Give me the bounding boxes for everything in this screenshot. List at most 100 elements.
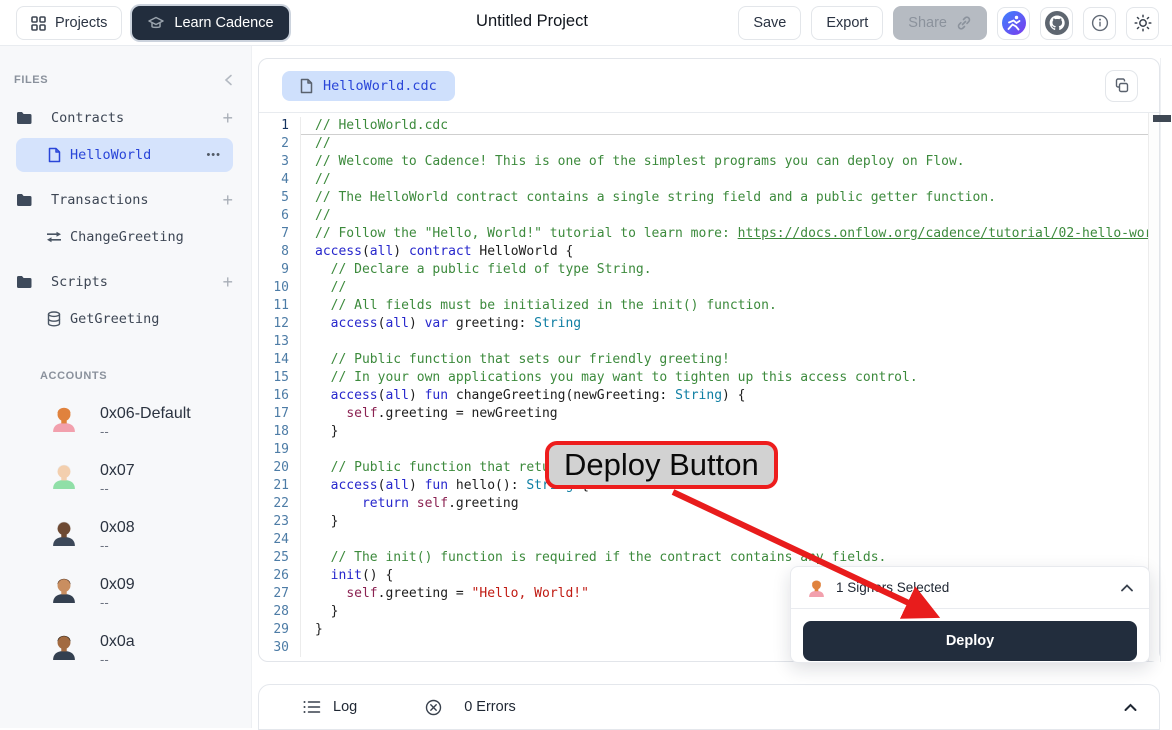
file-item-label: GetGreeting — [70, 311, 233, 327]
code-line-12[interactable]: 12 access(all) var greeting: String — [259, 315, 1148, 333]
share-button-label: Share — [908, 15, 947, 31]
file-menu-button[interactable]: ••• — [206, 149, 233, 161]
flow-community-button[interactable] — [997, 7, 1030, 40]
avatar — [50, 632, 78, 660]
code-line-23[interactable]: 23 } — [259, 513, 1148, 531]
account-row-0x09[interactable]: 0x09-- — [0, 575, 251, 611]
account-row-0x06-default[interactable]: 0x06-Default-- — [0, 404, 251, 440]
code-line-11[interactable]: 11 // All fields must be initialized in … — [259, 297, 1148, 315]
line-content: } — [301, 513, 1148, 531]
code-line-16[interactable]: 16 access(all) fun changeGreeting(newGre… — [259, 387, 1148, 405]
file-item-getgreeting[interactable]: GetGreeting — [16, 302, 233, 336]
window-scrollbar[interactable] — [1160, 58, 1172, 662]
code-line-7[interactable]: 7// Follow the "Hello, World!" tutorial … — [259, 225, 1148, 243]
scrollbar-thumb[interactable] — [1153, 115, 1171, 122]
line-content: // The init() function is required if th… — [301, 549, 1148, 567]
code-line-18[interactable]: 18 } — [259, 423, 1148, 441]
line-number: 21 — [259, 477, 301, 495]
line-number: 11 — [259, 297, 301, 315]
line-content: } — [301, 423, 1148, 441]
line-number: 6 — [259, 207, 301, 225]
code-line-14[interactable]: 14 // Public function that sets our frie… — [259, 351, 1148, 369]
line-number: 10 — [259, 279, 301, 297]
line-content: access(all) var greeting: String — [301, 315, 1148, 333]
account-address: 0x08 — [100, 518, 135, 537]
code-line-5[interactable]: 5// The HelloWorld contract contains a s… — [259, 189, 1148, 207]
code-line-24[interactable]: 24 — [259, 531, 1148, 549]
line-number: 20 — [259, 459, 301, 477]
line-content: access(all) fun changeGreeting(newGreeti… — [301, 387, 1148, 405]
code-line-6[interactable]: 6// — [259, 207, 1148, 225]
folder-row-contracts[interactable]: Contracts+ — [16, 106, 233, 130]
code-line-25[interactable]: 25 // The init() function is required if… — [259, 549, 1148, 567]
info-icon — [1091, 14, 1109, 32]
code-line-17[interactable]: 17 self.greeting = newGreeting — [259, 405, 1148, 423]
line-number: 3 — [259, 153, 301, 171]
export-button-label: Export — [826, 15, 868, 31]
line-content: // — [301, 207, 1148, 225]
line-number: 8 — [259, 243, 301, 261]
code-line-4[interactable]: 4// — [259, 171, 1148, 189]
file-item-changegreeting[interactable]: ChangeGreeting — [16, 220, 233, 254]
add-file-button[interactable]: + — [222, 273, 233, 291]
code-line-9[interactable]: 9 // Declare a public field of type Stri… — [259, 261, 1148, 279]
code-line-1[interactable]: 1// HelloWorld.cdc — [259, 117, 1148, 135]
code-line-8[interactable]: 8access(all) contract HelloWorld { — [259, 243, 1148, 261]
line-number: 22 — [259, 495, 301, 513]
code-line-15[interactable]: 15 // In your own applications you may w… — [259, 369, 1148, 387]
line-number: 7 — [259, 225, 301, 243]
line-number: 28 — [259, 603, 301, 621]
folder-icon — [16, 193, 33, 207]
accounts-list: 0x06-Default--0x07--0x08--0x09--0x0a-- — [0, 404, 251, 668]
theme-toggle-button[interactable] — [1126, 7, 1159, 40]
info-button[interactable] — [1083, 7, 1116, 40]
github-icon — [1044, 10, 1070, 36]
line-number: 1 — [259, 117, 301, 135]
code-line-10[interactable]: 10 // — [259, 279, 1148, 297]
line-number: 5 — [259, 189, 301, 207]
code-line-13[interactable]: 13 — [259, 333, 1148, 351]
account-row-0x0a[interactable]: 0x0a-- — [0, 632, 251, 668]
file-item-helloworld[interactable]: HelloWorld••• — [16, 138, 233, 172]
save-button[interactable]: Save — [738, 6, 801, 40]
account-balance: -- — [100, 537, 135, 554]
projects-button[interactable]: Projects — [16, 6, 122, 40]
file-item-label: HelloWorld — [70, 147, 206, 163]
code-line-3[interactable]: 3// Welcome to Cadence! This is one of t… — [259, 153, 1148, 171]
account-address: 0x06-Default — [100, 404, 191, 423]
code-line-2[interactable]: 2// — [259, 135, 1148, 153]
signers-panel-header[interactable]: 1 Signers Selected — [791, 567, 1149, 609]
chevron-up-icon[interactable] — [1121, 584, 1133, 592]
github-button[interactable] — [1040, 7, 1073, 40]
folder-row-scripts[interactable]: Scripts+ — [16, 270, 233, 294]
signers-panel: 1 Signers Selected Deploy — [790, 566, 1150, 663]
expand-log-chevron-up-icon[interactable] — [1124, 703, 1137, 712]
flow-community-icon — [1001, 10, 1027, 36]
line-number: 29 — [259, 621, 301, 639]
deploy-button[interactable]: Deploy — [803, 621, 1137, 661]
export-button[interactable]: Export — [811, 6, 883, 40]
learn-cadence-button[interactable]: Learn Cadence — [132, 6, 288, 40]
add-file-button[interactable]: + — [222, 191, 233, 209]
collapse-sidebar-icon[interactable] — [224, 74, 233, 86]
script-icon — [46, 311, 62, 327]
add-file-button[interactable]: + — [222, 109, 233, 127]
line-number: 4 — [259, 171, 301, 189]
account-balance: -- — [100, 423, 191, 440]
line-content: self.greeting = newGreeting — [301, 405, 1148, 423]
errors-count-label[interactable]: 0 Errors — [464, 699, 516, 715]
code-line-22[interactable]: 22 return self.greeting — [259, 495, 1148, 513]
log-label[interactable]: Log — [333, 699, 357, 715]
account-row-0x07[interactable]: 0x07-- — [0, 461, 251, 497]
account-row-0x08[interactable]: 0x08-- — [0, 518, 251, 554]
transaction-icon — [46, 231, 62, 243]
folder-row-transactions[interactable]: Transactions+ — [16, 188, 233, 212]
projects-button-label: Projects — [55, 15, 107, 31]
share-button[interactable]: Share — [893, 6, 987, 40]
tab-helloworld-cdc[interactable]: HelloWorld.cdc — [282, 71, 455, 101]
sun-icon — [1133, 13, 1153, 33]
file-icon — [300, 78, 313, 94]
line-content: return self.greeting — [301, 495, 1148, 513]
line-number: 24 — [259, 531, 301, 549]
copy-code-button[interactable] — [1105, 70, 1138, 102]
